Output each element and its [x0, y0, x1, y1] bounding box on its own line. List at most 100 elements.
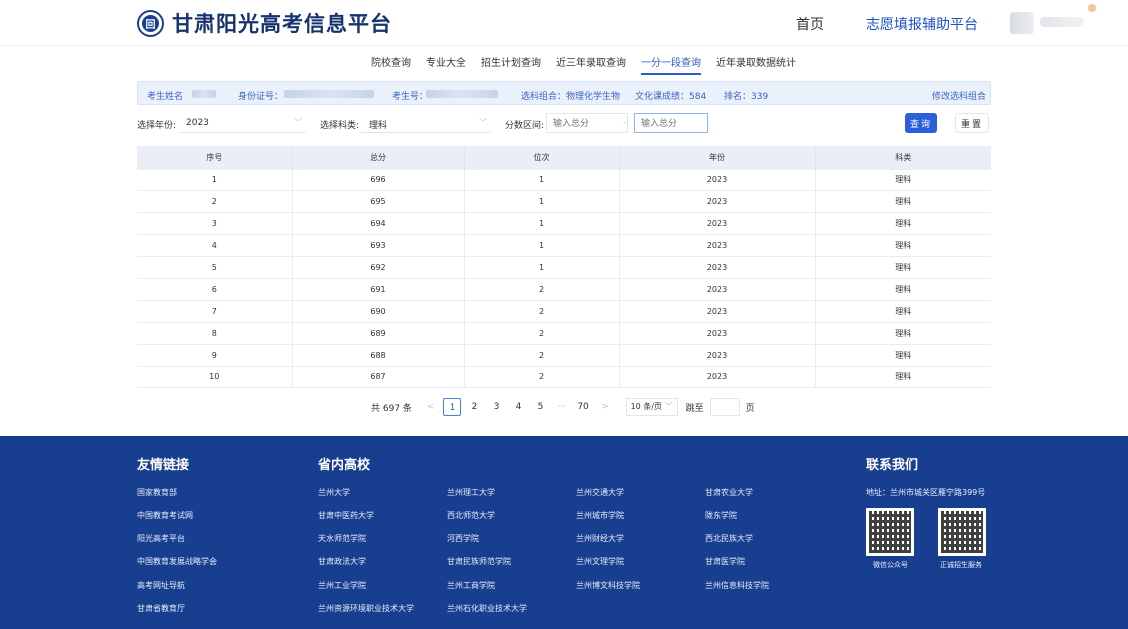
- page-2[interactable]: 2: [465, 398, 483, 416]
- school-link[interactable]: 甘肃政法大学: [318, 556, 366, 567]
- service-qr-code: [938, 508, 986, 556]
- schools-title: 省内高校: [318, 458, 371, 473]
- nav-home-link[interactable]: 首页: [796, 14, 824, 34]
- chevron-down-icon: ﹀: [479, 118, 487, 127]
- table-row: 9 688 2 2023 理科: [137, 343, 991, 367]
- page-last[interactable]: 70: [574, 398, 592, 416]
- tab-score-rank[interactable]: 一分一段查询: [641, 54, 701, 75]
- school-link[interactable]: 兰州城市学院: [576, 510, 624, 521]
- friend-link[interactable]: 甘肃省教育厅: [137, 603, 185, 614]
- cell-total-score: 688: [292, 343, 465, 367]
- cell-subject-type: 理科: [815, 168, 991, 191]
- page-5[interactable]: 5: [531, 398, 549, 416]
- school-link[interactable]: 兰州财经大学: [576, 533, 624, 544]
- max-score-input[interactable]: [634, 113, 708, 133]
- query-button[interactable]: 查询: [905, 113, 937, 133]
- modify-subjects-link[interactable]: 修改选科组合: [932, 89, 986, 102]
- col-header-subject-type: 科类: [815, 146, 991, 169]
- school-link[interactable]: 兰州石化职业技术大学: [447, 603, 527, 614]
- cell-rank: 1: [464, 256, 620, 279]
- cell-index: 3: [137, 212, 293, 235]
- school-link[interactable]: 天水师范学院: [318, 533, 366, 544]
- page-3[interactable]: 3: [487, 398, 505, 416]
- table-header-row: 序号 总分 位次 年份 科类: [137, 146, 991, 169]
- subject-type-select[interactable]: 理科 ﹀: [361, 113, 491, 133]
- subject-type-value: 理科: [369, 121, 388, 131]
- prev-page-button[interactable]: <: [427, 402, 435, 412]
- reset-button[interactable]: 重置: [955, 113, 989, 133]
- col-header-year: 年份: [619, 146, 816, 169]
- school-link[interactable]: 陇东学院: [705, 510, 737, 521]
- tab-admission-stats[interactable]: 近年录取数据统计: [716, 54, 796, 75]
- cell-index: 1: [137, 168, 293, 191]
- cell-index: 8: [137, 321, 293, 345]
- friend-link[interactable]: 国家教育部: [137, 487, 177, 498]
- cell-rank: 2: [464, 299, 620, 323]
- school-link[interactable]: 西北师范大学: [447, 510, 495, 521]
- cell-year: 2023: [619, 277, 816, 301]
- school-link[interactable]: 兰州资源环境职业技术大学: [318, 603, 414, 614]
- tab-enrollment-plan[interactable]: 招生计划查询: [481, 54, 541, 75]
- school-link[interactable]: 兰州交通大学: [576, 487, 624, 498]
- cell-subject-type: 理科: [815, 256, 991, 279]
- school-link[interactable]: 兰州工业学院: [318, 580, 366, 591]
- exam-number-value: [426, 89, 498, 99]
- rank: 排名：339: [724, 92, 769, 102]
- school-link[interactable]: 兰州文理学院: [576, 556, 624, 567]
- subject-combo: 选科组合：物理化学生物: [521, 92, 621, 102]
- nav-platform-link[interactable]: 志愿填报辅助平台: [866, 14, 978, 34]
- wechat-qr-caption: 微信公众号: [873, 561, 908, 569]
- pagination: 共 697 条 < 1 2 3 4 5 ··· 70 > 10 条/页 ﹀ 跳至…: [371, 398, 755, 416]
- year-select[interactable]: 2023 ﹀: [178, 113, 306, 133]
- col-header-total-score: 总分: [292, 146, 465, 169]
- table-row: 5 692 1 2023 理科: [137, 256, 991, 279]
- friend-link[interactable]: 阳光高考平台: [137, 533, 185, 544]
- school-link[interactable]: 甘肃中医药大学: [318, 510, 374, 521]
- school-link[interactable]: 兰州理工大学: [447, 487, 495, 498]
- school-link[interactable]: 兰州信息科技学院: [705, 580, 769, 591]
- tab-school-query[interactable]: 院校查询: [371, 54, 411, 75]
- table-row: 3 694 1 2023 理科: [137, 212, 991, 235]
- exam-number-label: 考生号：: [392, 92, 429, 102]
- id-number-label: 身份证号：: [238, 92, 284, 102]
- school-link[interactable]: 甘肃民族师范学院: [447, 556, 511, 567]
- cell-subject-type: 理科: [815, 321, 991, 345]
- user-name-blurred[interactable]: [1040, 17, 1084, 27]
- school-link[interactable]: 河西学院: [447, 533, 479, 544]
- next-page-button[interactable]: >: [601, 402, 609, 412]
- year-select-value: 2023: [186, 118, 209, 128]
- school-link[interactable]: 兰州工商学院: [447, 580, 495, 591]
- school-link[interactable]: 西北民族大学: [705, 533, 753, 544]
- score-rank-table: 序号 总分 位次 年份 科类 1 696 1 2023 理科 2 695 1 2023 理科 3 69…: [137, 146, 991, 389]
- page-size-value: 10 条/页: [630, 402, 663, 411]
- school-link[interactable]: 甘肃医学院: [705, 556, 745, 567]
- tab-admission-history[interactable]: 近三年录取查询: [556, 54, 626, 75]
- emblem-glyph: 回: [142, 14, 159, 32]
- school-link[interactable]: 兰州大学: [318, 487, 350, 498]
- cell-subject-type: 理科: [815, 365, 991, 389]
- table-row: 6 691 2 2023 理科: [137, 277, 991, 301]
- wechat-qr-code: [866, 508, 914, 556]
- min-score-input[interactable]: [546, 113, 628, 133]
- avatar[interactable]: [1010, 12, 1034, 34]
- friend-link[interactable]: 中国教育考试网: [137, 510, 193, 521]
- friend-link[interactable]: 中国教育发展战略学会: [137, 556, 217, 567]
- site-footer: 友情链接 国家教育部 中国教育考试网 阳光高考平台 中国教育发展战略学会 高考网址导航甘…: [0, 436, 1128, 629]
- cell-subject-type: 理科: [815, 190, 991, 213]
- candidate-name-value: [192, 89, 216, 99]
- chevron-down-icon: ﹀: [664, 402, 673, 411]
- page-ellipsis[interactable]: ···: [557, 402, 566, 412]
- page-size-select[interactable]: 10 条/页 ﹀: [625, 398, 678, 416]
- tab-major-list[interactable]: 专业大全: [426, 54, 466, 75]
- page-4[interactable]: 4: [509, 398, 527, 416]
- school-link[interactable]: 兰州博文科技学院: [576, 580, 640, 591]
- page-1[interactable]: 1: [443, 398, 462, 416]
- school-link[interactable]: 甘肃农业大学: [705, 487, 753, 498]
- cell-total-score: 690: [292, 299, 465, 323]
- jump-page-input[interactable]: [709, 398, 740, 416]
- notification-dot-icon: [1088, 4, 1096, 12]
- friend-link[interactable]: 高考网址导航: [137, 580, 185, 591]
- site-logo[interactable]: 回 甘肃阳光高考信息平台: [137, 8, 392, 38]
- table-row: 2 695 1 2023 理科: [137, 190, 991, 213]
- jump-suffix: 页: [745, 403, 755, 414]
